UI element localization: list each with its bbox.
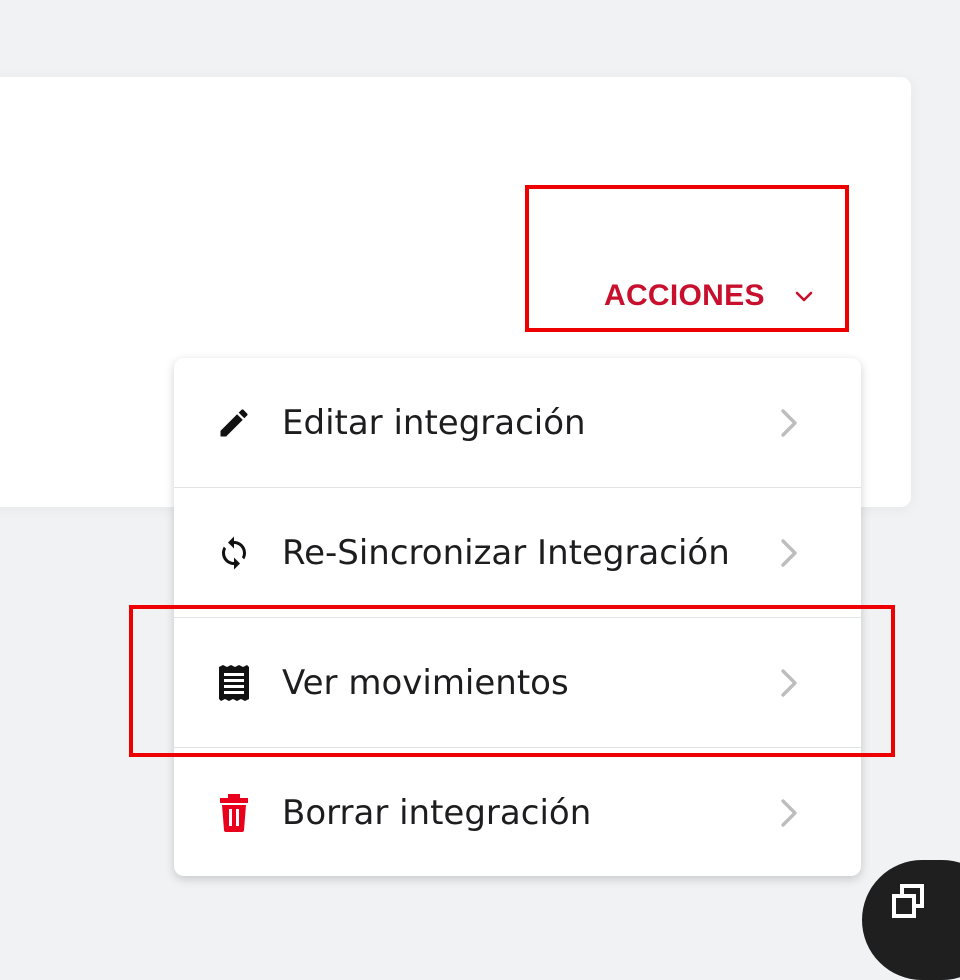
- chevron-right-icon: [777, 407, 801, 439]
- chevron-right-icon: [777, 667, 801, 699]
- chevron-right-icon: [777, 537, 801, 569]
- menu-item-edit[interactable]: Editar integración: [174, 358, 861, 488]
- trash-icon: [214, 793, 254, 833]
- menu-item-label: Re-Sincronizar Integración: [282, 532, 730, 573]
- menu-item-label: Editar integración: [282, 402, 586, 443]
- menu-item-label: Ver movimientos: [282, 662, 569, 703]
- menu-item-delete[interactable]: Borrar integración: [174, 748, 861, 876]
- floating-action-button[interactable]: [862, 860, 960, 980]
- chevron-right-icon: [777, 797, 801, 829]
- menu-item-label: Borrar integración: [282, 792, 592, 833]
- receipt-icon: [214, 663, 254, 703]
- menu-item-resync[interactable]: Re-Sincronizar Integración: [174, 488, 861, 618]
- sync-icon: [214, 533, 254, 573]
- acciones-label: ACCIONES: [604, 279, 765, 312]
- pencil-icon: [214, 403, 254, 443]
- actions-menu: Editar integración Re-Sincronizar Integr…: [174, 358, 861, 876]
- menu-item-view-movements[interactable]: Ver movimientos: [174, 618, 861, 748]
- copy-icon: [892, 884, 926, 918]
- acciones-dropdown-button[interactable]: ACCIONES: [604, 268, 813, 324]
- chevron-down-icon: [795, 287, 813, 305]
